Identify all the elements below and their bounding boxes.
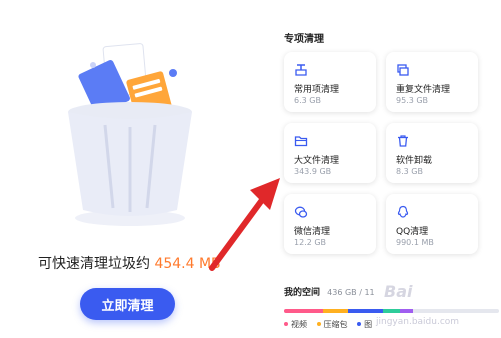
watermark-url: jingyan.baidu.com [376, 317, 460, 327]
watermark-logo: Bai [384, 282, 413, 301]
annotation-arrow [209, 178, 280, 271]
